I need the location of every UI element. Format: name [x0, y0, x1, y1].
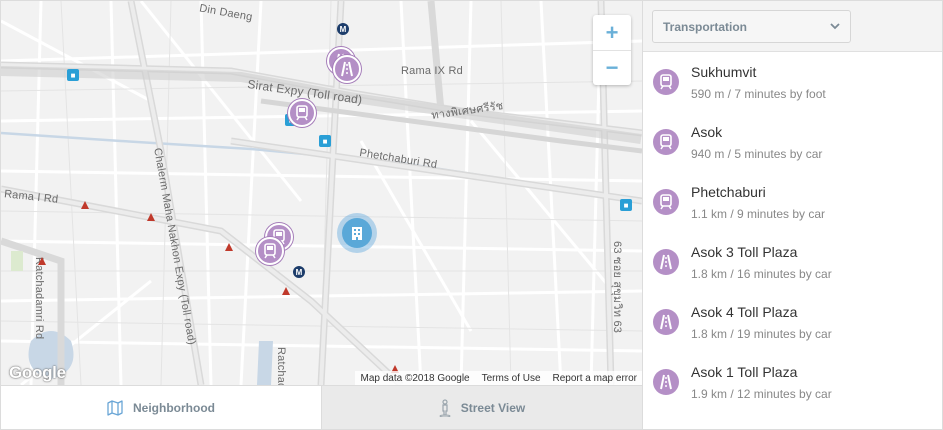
list-item[interactable]: Asok 4 Toll Plaza 1.8 km / 19 minutes by …	[643, 292, 942, 352]
terms-of-use-link[interactable]: Terms of Use	[482, 373, 541, 384]
list-item[interactable]: Asok 1 Toll Plaza 1.9 km / 12 minutes by …	[643, 352, 942, 412]
map-roads	[1, 1, 642, 385]
map-icon	[107, 399, 123, 416]
train-icon	[653, 189, 679, 215]
list-item[interactable]: Phetchaburi 1.1 km / 9 minutes by car	[643, 172, 942, 232]
list-item-distance: 1.9 km / 12 minutes by car	[691, 386, 832, 401]
rail-station-icon[interactable]: ■	[67, 69, 79, 81]
road-label-soi-number: 63	[611, 241, 623, 254]
list-item[interactable]: Asok 3 Toll Plaza 1.8 km / 16 minutes by …	[643, 232, 942, 292]
list-item-distance: 1.1 km / 9 minutes by car	[691, 206, 826, 221]
list-item-name: Phetchaburi	[691, 183, 766, 200]
map-view-tabs: Neighborhood Street View	[1, 385, 642, 429]
road-label-rama-ix: Rama IX Rd	[401, 65, 463, 77]
tab-street-view-label: Street View	[460, 400, 526, 415]
train-icon	[296, 105, 308, 121]
zoom-out-button[interactable]: −	[593, 50, 631, 85]
property-location-marker[interactable]	[337, 213, 377, 253]
category-select-value: Transportation	[663, 19, 748, 34]
road-label-soi-thai: ซอย สุขุมวิท 63	[611, 256, 623, 334]
tab-neighborhood[interactable]: Neighborhood	[1, 386, 321, 429]
train-station-marker[interactable]	[288, 99, 316, 127]
list-item-name: Sukhumvit	[691, 63, 757, 80]
map-data-credit: Map data ©2018 Google	[360, 372, 470, 384]
pegman-icon	[439, 398, 451, 417]
list-item-name: Asok 1 Toll Plaza	[691, 363, 798, 380]
building-icon	[342, 218, 372, 248]
toll-marker-icon[interactable]	[225, 243, 233, 251]
list-item-distance: 1.8 km / 19 minutes by car	[691, 326, 832, 341]
chevron-down-icon	[830, 23, 840, 30]
road-label-soi: 63 ซอย สุขุมวิท 63	[609, 241, 627, 333]
list-item-name: Asok	[691, 123, 723, 140]
train-icon	[653, 69, 679, 95]
toll-plaza-marker[interactable]	[333, 55, 361, 83]
toll-marker-icon[interactable]	[81, 201, 89, 209]
report-map-error-link[interactable]: Report a map error	[553, 373, 637, 384]
train-station-marker[interactable]	[256, 237, 284, 265]
list-item-distance: 1.8 km / 16 minutes by car	[691, 266, 832, 281]
rail-station-icon[interactable]: ■	[319, 135, 331, 147]
map-attribution: Map data ©2018 Google Terms of Use Repor…	[355, 371, 642, 385]
tab-neighborhood-label: Neighborhood	[133, 400, 215, 415]
nearby-panel: Transportation Sukhumvit 590 m / 7 minute…	[642, 1, 942, 429]
road-icon	[653, 249, 679, 275]
list-item[interactable]: Asok 940 m / 5 minutes by car	[643, 112, 942, 172]
list-item-distance: 940 m / 5 minutes by car	[691, 146, 823, 161]
list-item[interactable]: Sukhumvit 590 m / 7 minutes by foot	[643, 52, 942, 112]
zoom-in-button[interactable]: +	[593, 15, 631, 50]
map-canvas[interactable]: Din Daeng Rama IX Rd Sirat Expy (Toll ro…	[1, 1, 642, 385]
toll-marker-icon[interactable]	[282, 287, 290, 295]
road-label-ratchadamri: Ratchadamri Rd	[33, 257, 45, 340]
panel-header: Transportation	[643, 1, 942, 52]
metro-station-icon[interactable]: M	[337, 23, 349, 35]
road-icon	[653, 369, 679, 395]
transport-list: Sukhumvit 590 m / 7 minutes by foot Asok 9…	[643, 52, 942, 412]
zoom-controls: + −	[593, 15, 631, 85]
road-icon	[341, 61, 353, 77]
train-icon	[264, 243, 276, 259]
list-item-name: Asok 4 Toll Plaza	[691, 303, 798, 320]
tab-street-view[interactable]: Street View	[321, 386, 642, 429]
list-item-distance: 590 m / 7 minutes by foot	[691, 86, 826, 101]
toll-marker-icon[interactable]	[147, 213, 155, 221]
train-icon	[653, 129, 679, 155]
road-label-ratchada: Ratchada	[275, 347, 287, 385]
metro-station-icon[interactable]: M	[293, 266, 305, 278]
list-item-name: Asok 3 Toll Plaza	[691, 243, 798, 260]
toll-marker-icon[interactable]	[38, 257, 46, 265]
road-icon	[653, 309, 679, 335]
category-select[interactable]: Transportation	[652, 10, 851, 43]
google-logo[interactable]: Google	[9, 363, 66, 383]
rail-station-icon[interactable]: ■	[620, 199, 632, 211]
